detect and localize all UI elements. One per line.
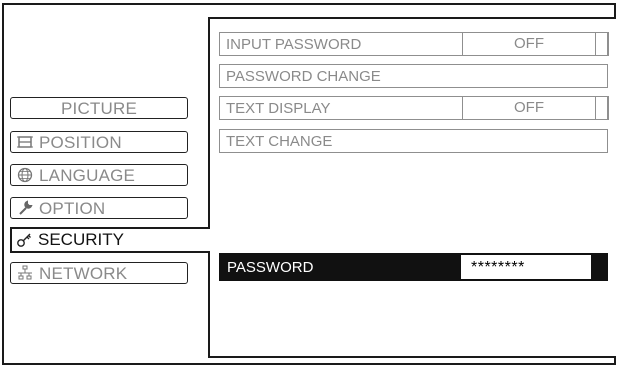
input-password-row[interactable]: INPUT PASSWORD OFF: [219, 31, 609, 56]
menu-item-option[interactable]: OPTION: [10, 197, 188, 219]
menu-item-network[interactable]: NETWORK: [10, 262, 188, 284]
text-display-value[interactable]: OFF: [462, 95, 596, 120]
menu-item-label: NETWORK: [39, 263, 128, 283]
menu-item-security[interactable]: SECURITY: [10, 228, 212, 252]
network-icon: [17, 265, 33, 281]
tab-border-bottom: [10, 251, 210, 253]
menu-item-position[interactable]: POSITION: [10, 131, 188, 153]
text-display-row[interactable]: TEXT DISPLAY OFF: [219, 95, 609, 120]
row-endcap: [594, 31, 609, 56]
menu-item-label: SECURITY: [38, 230, 124, 249]
text-change-row[interactable]: TEXT CHANGE: [219, 129, 608, 153]
key-icon: [16, 232, 32, 248]
tab-border-top: [10, 227, 210, 229]
menu-item-label: LANGUAGE: [39, 165, 136, 185]
row-label: INPUT PASSWORD: [226, 36, 362, 53]
wrench-icon: [17, 200, 33, 216]
menu-item-picture[interactable]: PICTURE: [10, 97, 188, 119]
row-label: TEXT DISPLAY: [226, 100, 331, 117]
menu-item-label: POSITION: [39, 132, 122, 152]
position-icon: [17, 134, 33, 150]
password-row: PASSWORD: [219, 253, 608, 281]
tab-panel-joint: [208, 229, 212, 251]
password-label: PASSWORD: [227, 259, 314, 276]
globe-icon: [17, 167, 33, 183]
row-label: TEXT CHANGE: [226, 133, 333, 150]
menu-item-label: PICTURE: [60, 98, 138, 118]
input-password-value[interactable]: OFF: [462, 31, 596, 56]
row-label: PASSWORD CHANGE: [226, 68, 381, 85]
menu-item-language[interactable]: LANGUAGE: [10, 164, 188, 186]
password-field[interactable]: [461, 255, 591, 279]
menu-item-label: OPTION: [39, 198, 106, 218]
password-change-row[interactable]: PASSWORD CHANGE: [219, 64, 608, 88]
tab-border-left: [10, 227, 12, 253]
row-endcap: [594, 95, 609, 120]
